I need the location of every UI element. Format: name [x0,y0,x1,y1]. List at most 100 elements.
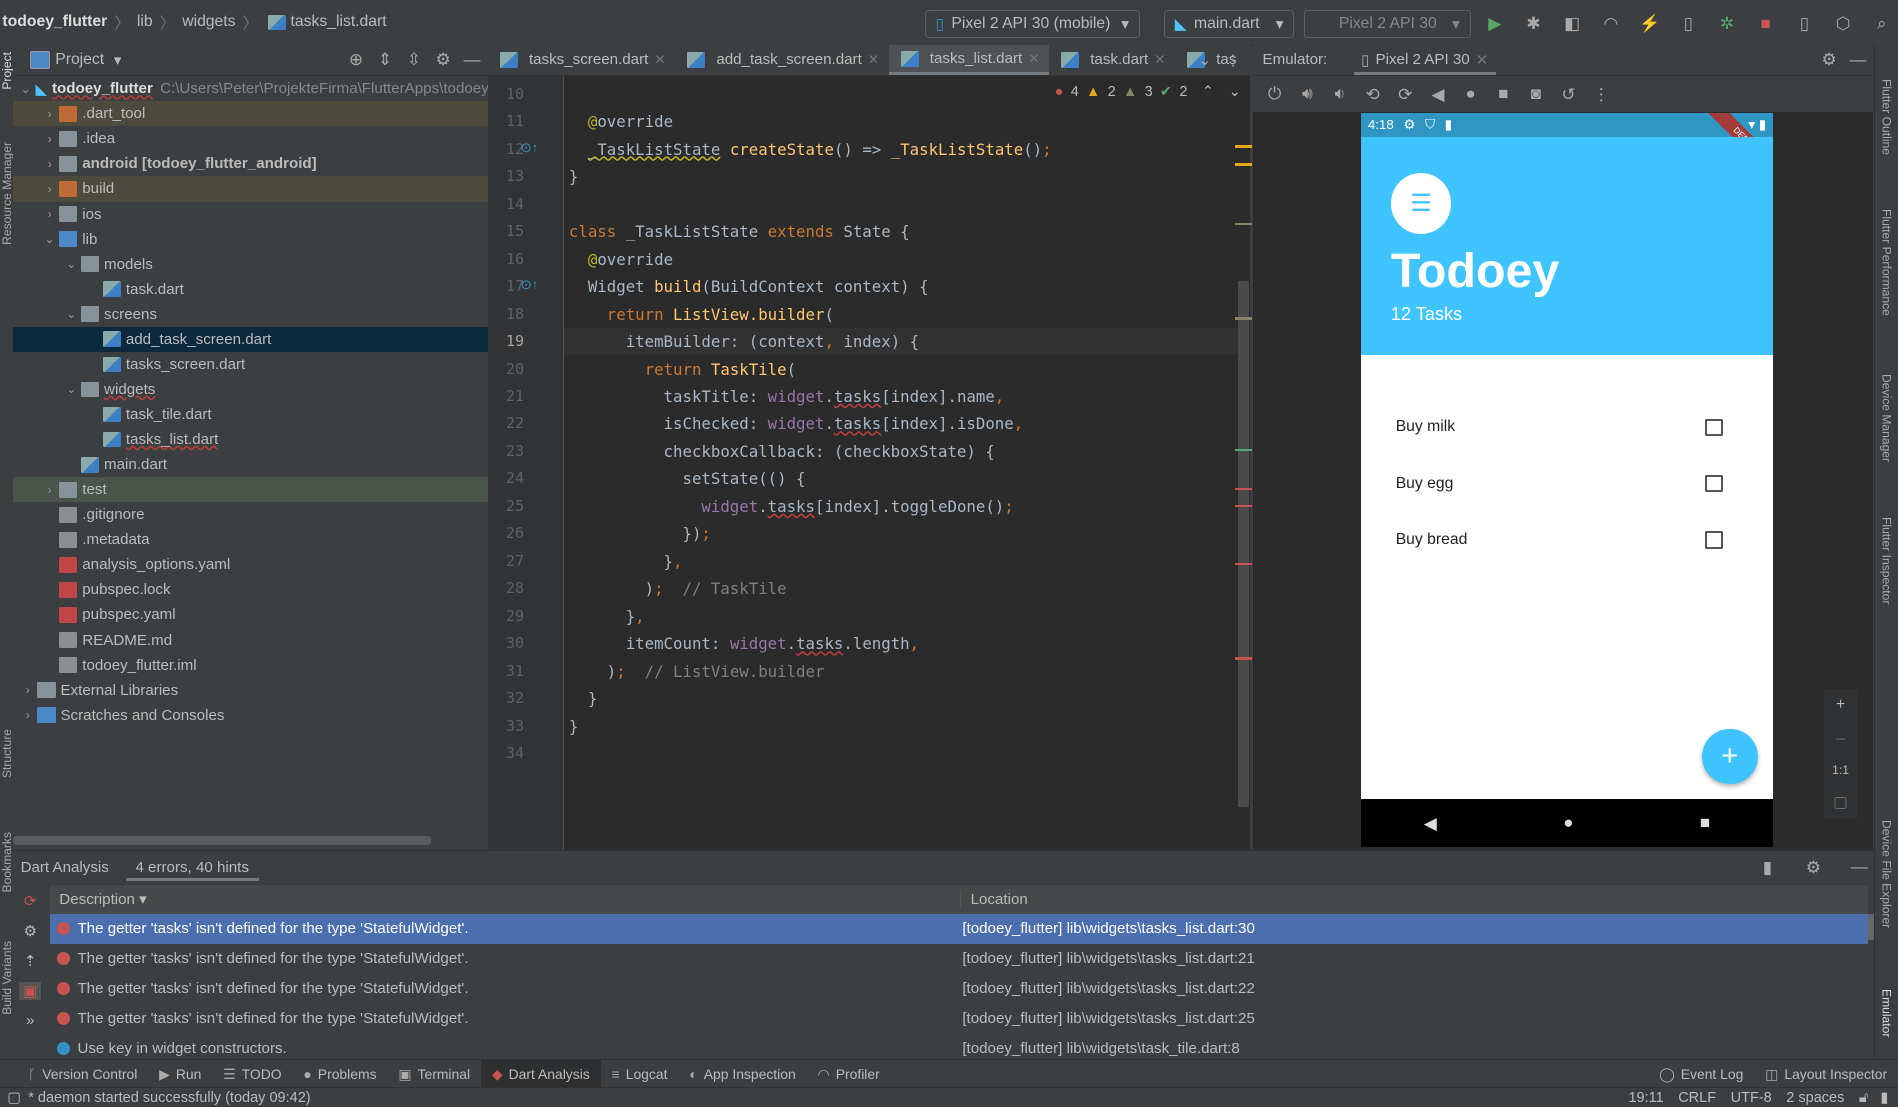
power-icon[interactable]: ⏻ [1264,83,1286,105]
code-line[interactable]: } [569,167,578,186]
locate-icon[interactable]: ⊕ [345,49,367,71]
code-line[interactable]: } [569,689,597,708]
tree-item[interactable]: ⌄ screens [13,302,537,327]
breadcrumb-widgets[interactable]: widgets [182,13,235,31]
override-gutter-icon[interactable]: ⊙↑ [521,140,539,156]
tree-item[interactable]: .gitignore [13,502,515,527]
project-view-selector[interactable]: Project [55,51,104,69]
code-line[interactable]: }); [569,524,710,543]
code-line[interactable]: class _TaskListState extends State { [569,222,910,241]
notifications-icon[interactable]: ▮ [1880,1090,1888,1106]
debug-icon[interactable]: ✱ [1523,13,1545,35]
side-tab-device-file-explorer[interactable]: Device File Explorer [1880,820,1894,928]
overview-icon[interactable]: ■ [1492,83,1514,105]
error-stripe-mark[interactable] [1234,504,1252,508]
error-stripe-mark[interactable] [1234,657,1252,660]
hide-icon[interactable]: — [1847,49,1869,71]
error-stripe-mark[interactable] [1234,317,1252,320]
indent-setting[interactable]: 2 spaces [1786,1090,1844,1106]
task-tile[interactable]: Buy bread [1396,525,1723,554]
actual-size-button[interactable]: 1:1 [1832,763,1849,777]
breadcrumb-lib[interactable]: lib [137,13,153,31]
side-tab-emulator[interactable]: Emulator [1880,989,1894,1037]
chevron-right-icon[interactable]: › [21,683,36,697]
nav-home-icon[interactable]: ● [1563,813,1573,833]
chevron-down-icon[interactable]: ⌄ [21,82,31,96]
phone-screen[interactable]: 4:18 ⚙⛉▮ ▾ ▮ DEBUG ☰ Todoey 12 Tasks Buy… [1360,112,1774,848]
column-description[interactable]: Description ▾ [50,890,961,909]
tab-tasks_list-dart[interactable]: tasks_list.dart ✕ [888,45,1050,76]
run-icon[interactable]: ▶ [1484,13,1506,35]
tree-item[interactable]: ⌄ models [13,252,537,277]
tree-item[interactable]: › android [todoey_flutter_android] [13,151,515,176]
chevron-right-icon[interactable]: › [21,708,36,722]
side-tab-structure[interactable]: Structure [0,729,14,778]
rotate-right-icon[interactable]: ⟳ [1394,83,1416,105]
error-stripe-mark[interactable] [1234,487,1252,491]
task-tile[interactable]: Buy milk [1396,413,1723,442]
expand-more-icon[interactable]: » [26,1012,34,1029]
inspection-widget[interactable]: ● 4 ▲ 2 ▲ 3 ✔ 2 ⌃ ⌄ [1055,84,1241,100]
side-tab-flutter-outline[interactable]: Flutter Outline [1880,79,1894,155]
tree-item[interactable]: tasks_list.dart [13,427,559,452]
close-icon[interactable]: ✕ [1476,51,1489,69]
error-stripe-mark[interactable] [1234,562,1252,566]
side-tab-device-manager[interactable]: Device Manager [1880,374,1894,462]
chevron-right-icon[interactable]: › [42,483,57,497]
hot-reload-icon[interactable]: ⚡ [1639,13,1661,35]
coverage-icon[interactable]: ◧ [1561,13,1583,35]
autoscroll-icon[interactable]: ⇡ [24,952,37,970]
tree-item[interactable]: add_task_screen.dart [13,326,560,352]
code-line[interactable]: itemCount: widget.tasks.length, [569,634,919,653]
tree-item[interactable]: task_tile.dart [13,402,559,427]
tree-item[interactable]: › .idea [13,126,515,151]
breadcrumb-file[interactable]: tasks_list.dart [291,13,387,31]
code-line[interactable]: return TaskTile( [569,360,796,379]
comment-icon[interactable]: ▮ [1757,856,1779,878]
code-line[interactable]: ); // ListView.builder [569,662,825,681]
tree-item[interactable]: pubspec.yaml [13,602,515,627]
side-tab-flutter-performance[interactable]: Flutter Performance [1880,209,1894,316]
tree-root[interactable]: ⌄ ◣ todoey_flutter C:\Users\Peter\Projek… [13,76,535,101]
nav-back-icon[interactable]: ◀ [1424,813,1437,834]
error-stripe-mark[interactable] [1234,449,1252,452]
close-icon[interactable]: ✕ [868,52,879,68]
collapse-all-icon[interactable]: ⇳ [403,49,425,71]
stop-icon[interactable]: ■ [1755,13,1777,35]
tree-item[interactable]: › test [13,477,516,503]
gear-icon[interactable]: ⚙ [23,922,37,940]
tree-item[interactable]: main.dart [13,452,537,477]
code-line[interactable]: @override [569,250,673,269]
device-selector[interactable]: ▯ Pixel 2 API 30 (mobile) ▾ [924,9,1140,39]
horizontal-scrollbar[interactable] [13,836,431,845]
code-line[interactable]: checkboxCallback: (checkboxState) { [569,442,995,461]
analysis-row[interactable]: The getter 'tasks' isn't defined for the… [49,913,1868,944]
code-line[interactable]: }, [569,607,645,626]
analysis-summary-tab[interactable]: 4 errors, 40 hints [125,853,259,882]
code-line[interactable]: taskTitle: widget.tasks[index].name, [569,387,1005,406]
close-icon[interactable]: ✕ [1154,52,1165,68]
breadcrumb-project[interactable]: todoey_flutter [2,13,107,31]
tree-item[interactable]: › .dart_tool [13,101,516,127]
tree-item[interactable]: › build [13,176,516,202]
analysis-row[interactable]: The getter 'tasks' isn't defined for the… [50,944,1868,974]
tab-list-chevron-icon[interactable]: ⌄ [1198,51,1211,69]
override-gutter-icon[interactable]: ⊙↑ [521,277,539,293]
task-checkbox[interactable] [1705,531,1723,549]
chevron-right-icon[interactable]: › [42,207,57,221]
attach-debugger-icon[interactable]: ✲ [1716,13,1738,35]
gear-icon[interactable]: ⚙ [1802,856,1824,878]
code-line[interactable]: itemBuilder: (context, index) { [569,332,919,351]
tree-item[interactable]: ⌄ lib [13,227,515,252]
previous-highlight-icon[interactable]: ⌃ [1202,84,1214,100]
code-line[interactable]: return ListView.builder( [569,305,834,324]
tool-window-dart-analysis[interactable]: ◆ Dart Analysis [480,1060,601,1089]
code-line[interactable]: }, [569,552,683,571]
analysis-scrollbar[interactable] [1867,913,1874,941]
tree-item[interactable]: task.dart [13,277,559,302]
gear-icon[interactable]: ⚙ [432,49,454,71]
status-toggle-icon[interactable]: ▢ [7,1090,21,1106]
tab-add_task_screen-dart[interactable]: add_task_screen.dart ✕ [675,45,888,75]
gear-icon[interactable]: ⚙ [1818,49,1840,71]
volume-down-icon[interactable]: 🔉︎ [1329,83,1351,105]
